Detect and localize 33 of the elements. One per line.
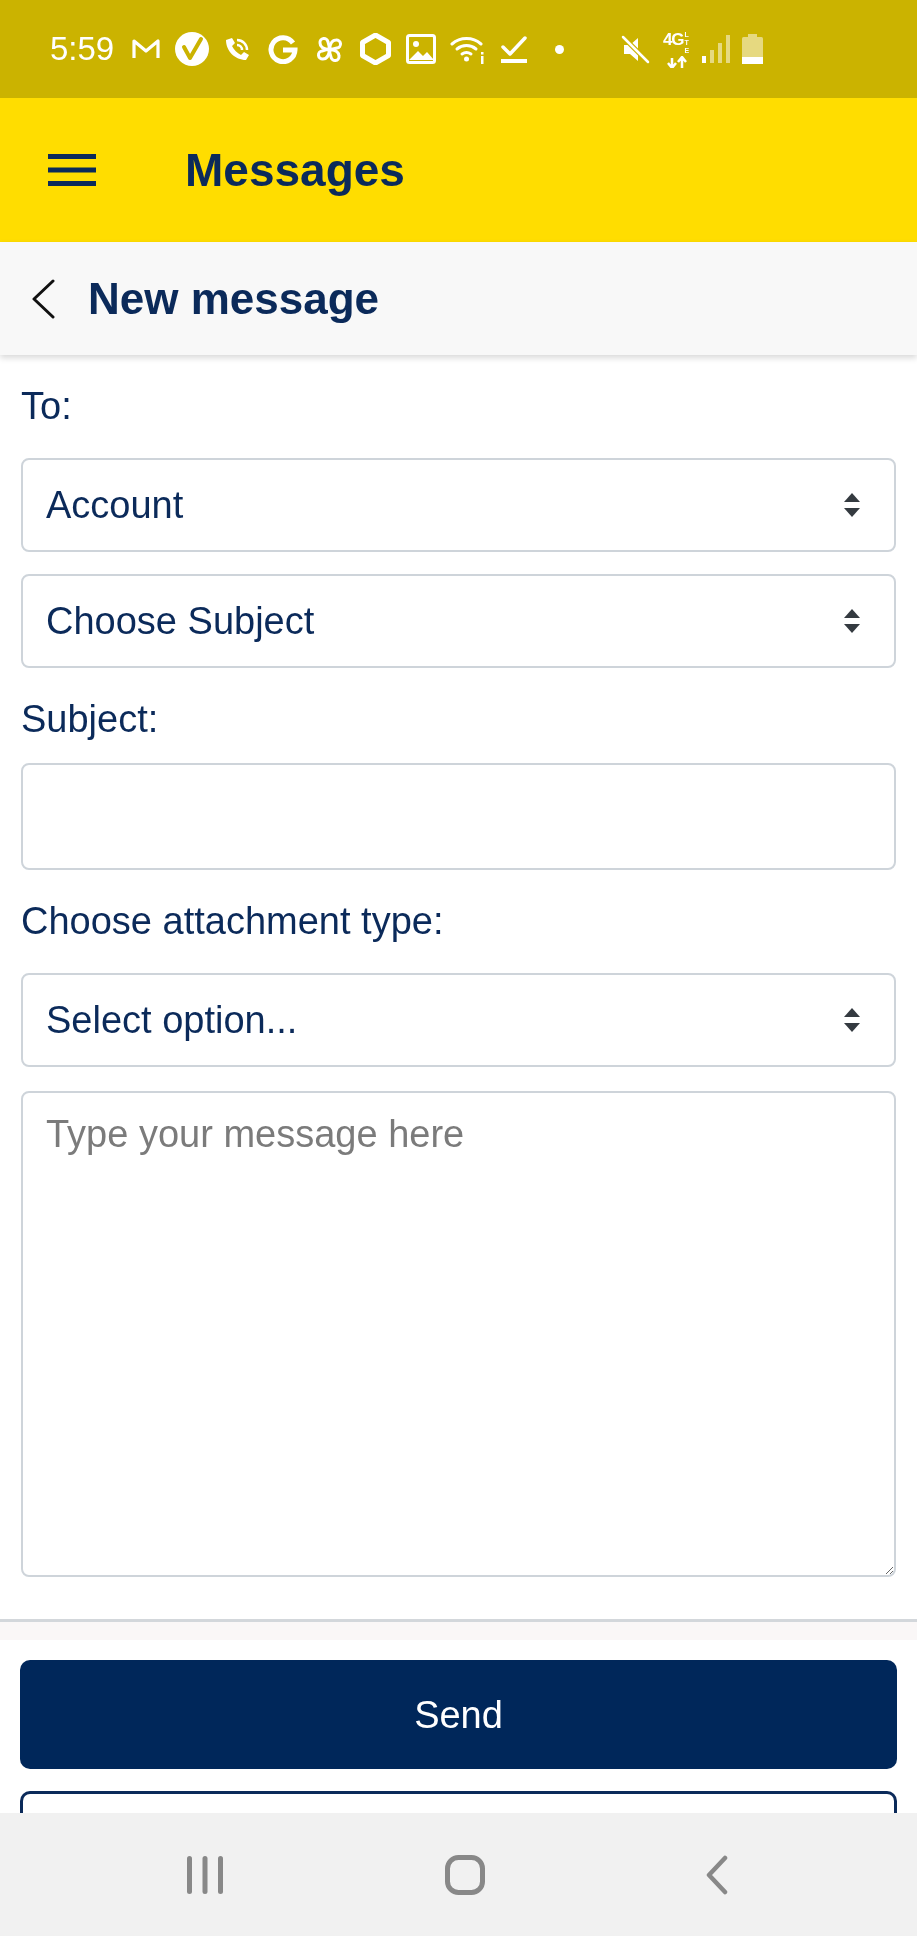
signal-icon	[702, 35, 731, 63]
field-label: Choose attachment type:	[21, 899, 445, 944]
image-icon	[406, 34, 437, 64]
mute-icon	[621, 34, 651, 64]
sort-arrows-icon	[844, 493, 860, 517]
sort-arrows-icon	[844, 1008, 860, 1032]
field-label: To:	[21, 384, 73, 429]
hexagon-icon	[360, 33, 392, 65]
sort-arrows-icon	[844, 609, 860, 633]
status-time: 5:59	[50, 29, 115, 69]
g-logo-icon	[268, 34, 299, 64]
battery-icon	[742, 34, 764, 64]
network-type-label: 4G	[662, 30, 684, 48]
outline-button[interactable]	[20, 1791, 897, 1813]
home-icon[interactable]	[444, 1854, 485, 1895]
select-field[interactable]: Account	[21, 458, 896, 552]
recents-icon[interactable]	[187, 1855, 223, 1894]
data-arrows-icon	[667, 55, 688, 68]
app-title: Messages	[185, 143, 405, 198]
check-line-icon	[501, 35, 528, 63]
mail-icon	[131, 37, 162, 61]
field-label: Subject:	[21, 697, 160, 742]
message-textarea[interactable]: Type your message here	[21, 1091, 896, 1577]
dot-icon	[555, 44, 565, 54]
send-button[interactable]: Send	[20, 1660, 897, 1769]
check-circle-icon	[175, 32, 210, 66]
select-field[interactable]: Select option...	[21, 973, 896, 1067]
select-field[interactable]: Choose Subject	[21, 574, 896, 668]
back-icon[interactable]	[30, 278, 56, 319]
menu-icon[interactable]	[48, 154, 96, 186]
wifi-icon	[450, 34, 486, 64]
page-title: New message	[88, 272, 380, 325]
text-input[interactable]	[21, 763, 896, 870]
